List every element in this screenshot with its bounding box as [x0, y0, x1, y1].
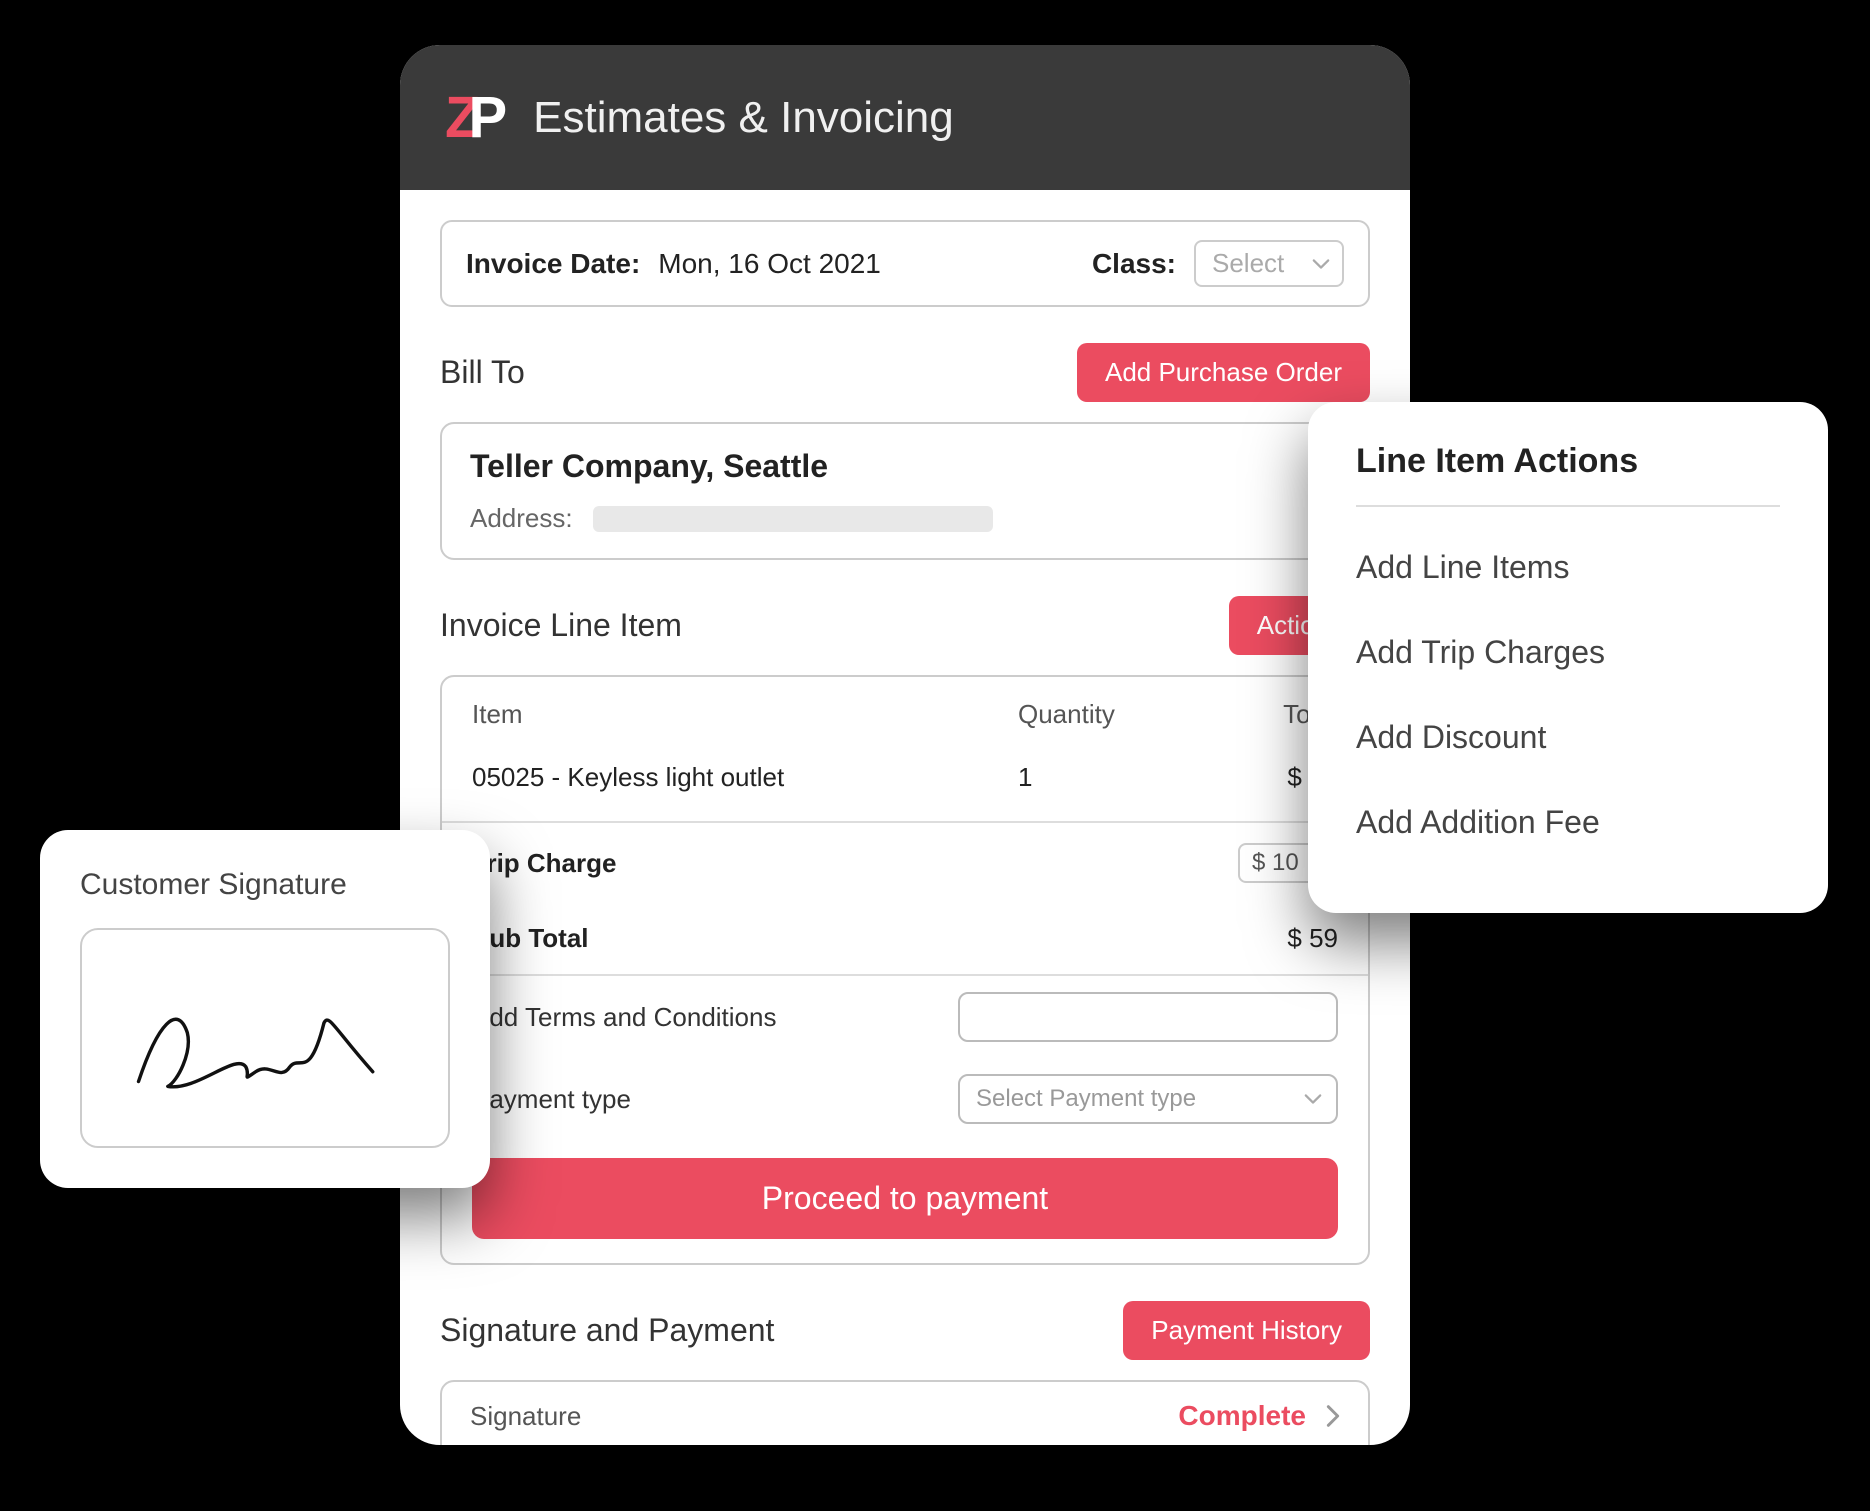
- terms-input[interactable]: [958, 992, 1338, 1042]
- content-area: Invoice Date: Mon, 16 Oct 2021 Class: Se…: [400, 190, 1410, 1445]
- chevron-right-icon: [1326, 1404, 1340, 1428]
- sub-total-row: Sub Total $ 59: [442, 903, 1368, 976]
- signature-status-row[interactable]: Signature Complete: [442, 1382, 1368, 1445]
- bill-to-card: Teller Company, Seattle Address:: [440, 422, 1370, 560]
- payment-type-select[interactable]: Select Payment type: [958, 1074, 1338, 1124]
- payment-type-row: Payment type Select Payment type: [442, 1058, 1368, 1140]
- invoice-date-value: Mon, 16 Oct 2021: [658, 248, 881, 280]
- line-item-table-header: Item Quantity Total: [442, 677, 1368, 752]
- trip-charge-row: Trip Charge $ 10: [442, 823, 1368, 903]
- signature-payment-card: Signature Complete Payment Pending: [440, 1380, 1370, 1445]
- line-item-actions-popover: Line Item Actions Add Line Items Add Tri…: [1308, 402, 1828, 913]
- invoice-app-window: ZP Estimates & Invoicing Invoice Date: M…: [400, 45, 1410, 1445]
- invoice-date-group: Invoice Date: Mon, 16 Oct 2021: [466, 248, 881, 280]
- address-label: Address:: [470, 503, 573, 534]
- customer-name: Teller Company, Seattle: [470, 448, 1340, 485]
- col-item-header: Item: [472, 699, 1018, 730]
- invoice-info-bar: Invoice Date: Mon, 16 Oct 2021 Class: Se…: [440, 220, 1370, 307]
- signature-payment-title: Signature and Payment: [440, 1312, 774, 1349]
- payment-history-button[interactable]: Payment History: [1123, 1301, 1370, 1360]
- chevron-down-icon: [1304, 1093, 1322, 1105]
- proceed-to-payment-button[interactable]: Proceed to payment: [472, 1158, 1338, 1239]
- terms-row: Add Terms and Conditions: [442, 976, 1368, 1058]
- line-item-header-row: Invoice Line Item Actions: [440, 596, 1370, 655]
- address-row: Address:: [470, 503, 1340, 534]
- address-placeholder-bar: [593, 506, 993, 532]
- add-purchase-order-button[interactable]: Add Purchase Order: [1077, 343, 1370, 402]
- line-item-name: 05025 - Keyless light outlet: [472, 762, 1018, 793]
- popover-actions-title: Line Item Actions: [1356, 442, 1780, 507]
- signature-payment-header-row: Signature and Payment Payment History: [440, 1301, 1370, 1360]
- sub-total-value: $ 59: [1287, 923, 1338, 954]
- line-item-qty: 1: [1018, 762, 1198, 793]
- signature-row-label: Signature: [470, 1401, 581, 1432]
- bill-to-header-row: Bill To Add Purchase Order: [440, 343, 1370, 402]
- trip-charge-label: Trip Charge: [472, 848, 616, 879]
- add-trip-charges-option[interactable]: Add Trip Charges: [1356, 610, 1780, 695]
- logo-letter-p: P: [468, 85, 503, 150]
- invoice-date-label: Invoice Date:: [466, 248, 640, 280]
- signature-box[interactable]: [80, 928, 450, 1148]
- signature-drawing: [119, 962, 412, 1113]
- add-addition-fee-option[interactable]: Add Addition Fee: [1356, 780, 1780, 865]
- customer-signature-popover: Customer Signature: [40, 830, 490, 1188]
- line-item-title: Invoice Line Item: [440, 607, 682, 644]
- page-title: Estimates & Invoicing: [533, 93, 954, 143]
- app-header: ZP Estimates & Invoicing: [400, 45, 1410, 190]
- line-item-row: 05025 - Keyless light outlet 1 $ 49: [442, 752, 1368, 823]
- line-item-card: Item Quantity Total 05025 - Keyless ligh…: [440, 675, 1370, 1265]
- signature-popover-title: Customer Signature: [80, 868, 450, 902]
- add-discount-option[interactable]: Add Discount: [1356, 695, 1780, 780]
- class-select[interactable]: Select: [1194, 240, 1344, 287]
- signature-status-value: Complete: [1178, 1400, 1306, 1432]
- chevron-down-icon: [1312, 258, 1330, 270]
- add-line-items-option[interactable]: Add Line Items: [1356, 525, 1780, 610]
- invoice-class-group: Class: Select: [1092, 240, 1344, 287]
- terms-label: Add Terms and Conditions: [472, 1002, 776, 1033]
- payment-type-placeholder: Select Payment type: [976, 1085, 1196, 1113]
- class-select-placeholder: Select: [1212, 248, 1284, 278]
- bill-to-title: Bill To: [440, 354, 525, 391]
- app-logo: ZP: [445, 84, 503, 151]
- class-label: Class:: [1092, 248, 1176, 280]
- trip-charge-value: $ 10: [1252, 849, 1299, 876]
- payment-type-label: Payment type: [472, 1084, 631, 1115]
- col-qty-header: Quantity: [1018, 699, 1198, 730]
